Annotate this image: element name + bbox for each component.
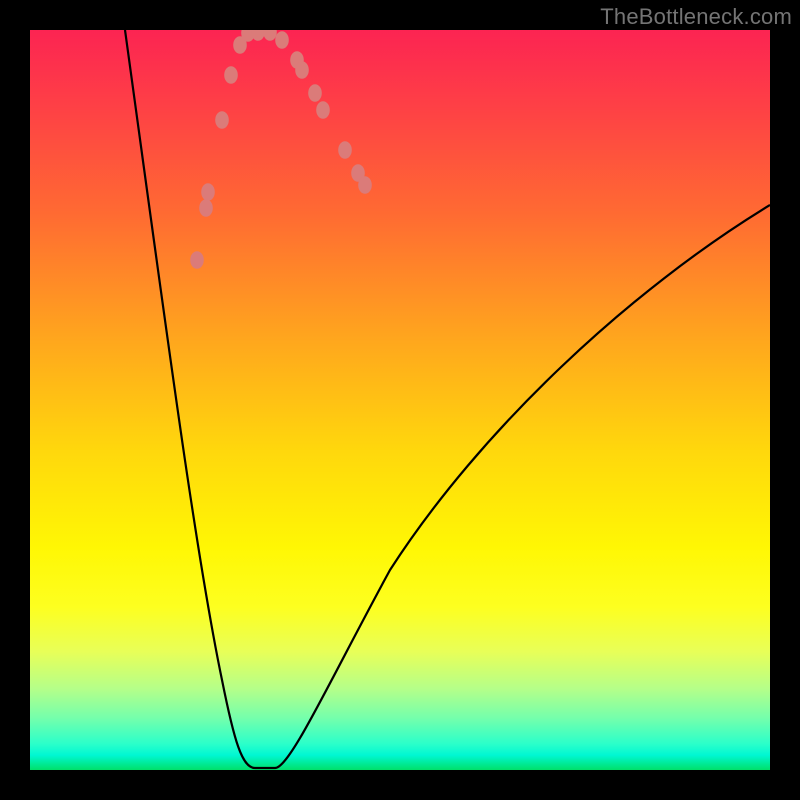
curve-svg: [30, 30, 770, 770]
highlight-dot: [263, 30, 277, 41]
highlight-dot: [295, 61, 309, 79]
highlight-dot: [199, 199, 213, 217]
highlight-dot: [224, 66, 238, 84]
plot-area: [30, 30, 770, 770]
highlight-dot: [316, 101, 330, 119]
chart-frame: TheBottleneck.com: [0, 0, 800, 800]
highlight-dot: [275, 31, 289, 49]
watermark-text: TheBottleneck.com: [600, 4, 792, 30]
highlight-dot: [251, 30, 265, 41]
highlight-dot: [308, 84, 322, 102]
dot-group: [190, 30, 372, 269]
highlight-dot: [358, 176, 372, 194]
bottleneck-curve: [125, 30, 770, 768]
highlight-dot: [338, 141, 352, 159]
highlight-dot: [215, 111, 229, 129]
highlight-dot: [201, 183, 215, 201]
highlight-dot: [190, 251, 204, 269]
